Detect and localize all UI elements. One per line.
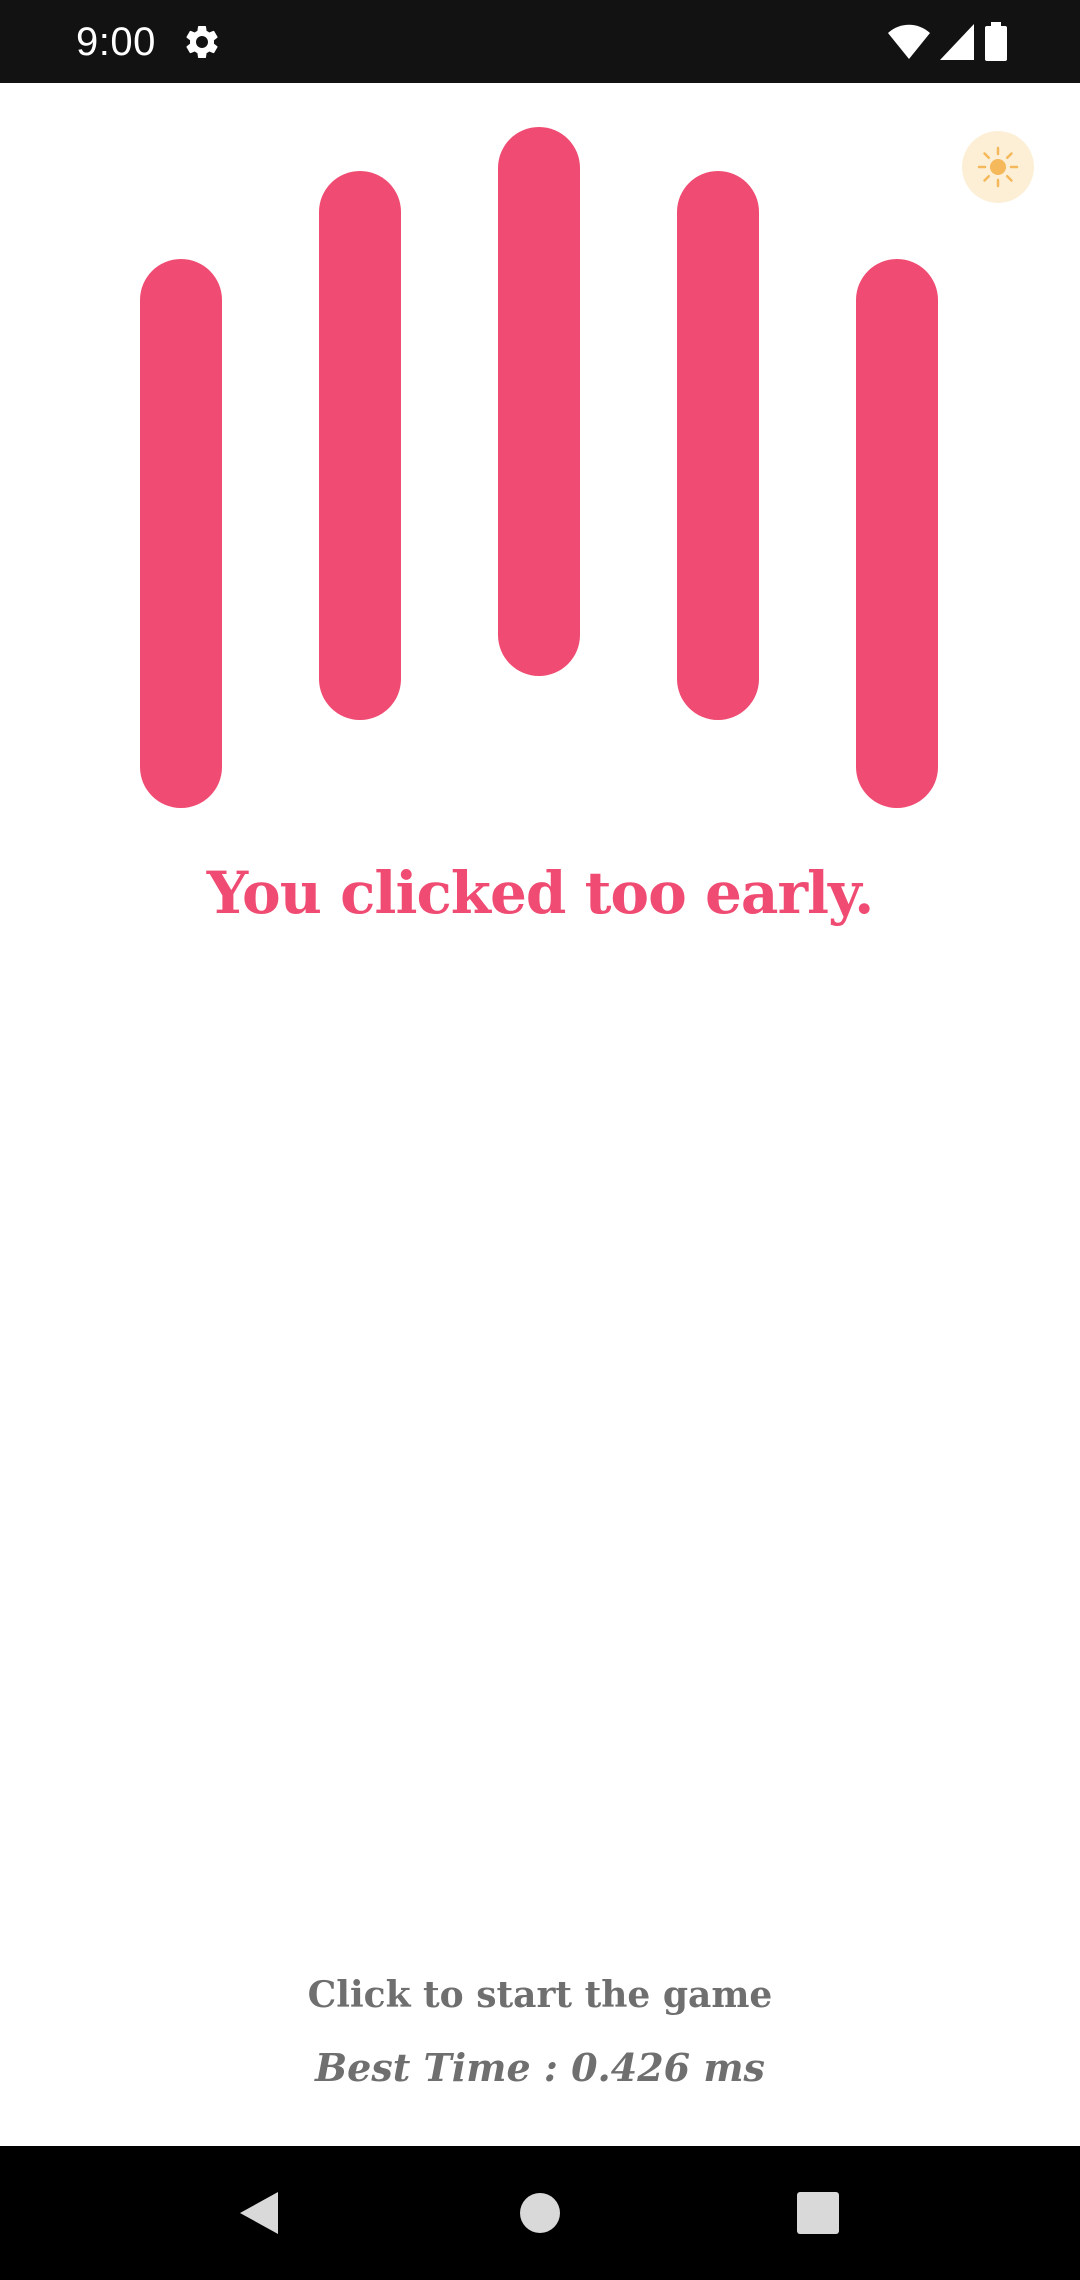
bars-illustration [0,83,1080,843]
bar-4 [677,171,759,720]
bar-3 [498,127,580,676]
bar-2 [319,171,401,720]
battery-icon [985,22,1007,61]
wifi-icon [888,24,930,59]
game-area[interactable]: You clicked too early. Click to start th… [0,83,1080,2146]
bar-5 [856,259,938,808]
status-time: 9:00 [76,20,156,64]
status-icons [878,22,1008,62]
cellular-signal-icon [940,24,974,60]
bar-1 [140,259,222,808]
gear-icon [182,22,222,62]
result-message: You clicked too early. [206,859,875,927]
start-game-prompt[interactable]: Click to start the game [0,1971,1080,2019]
recents-icon[interactable] [784,2179,852,2247]
home-icon[interactable] [506,2179,574,2247]
back-icon[interactable] [224,2179,292,2247]
status-bar: 9:00 [0,0,1080,83]
best-time-label: Best Time : 0.426 ms [315,2045,765,2090]
navigation-bar [0,2146,1080,2280]
